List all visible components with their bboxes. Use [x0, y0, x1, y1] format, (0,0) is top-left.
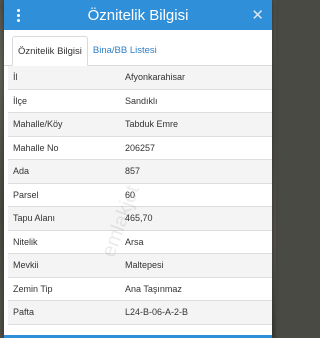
row-value: Maltepesi — [125, 260, 164, 271]
row-value: L24-B-06-A-2-B — [125, 307, 189, 318]
attribute-table: İl Afyonkarahisar İlçe Sandıklı Mahalle/Kö… — [8, 66, 272, 325]
row-key: Zemin Tip — [13, 283, 53, 294]
row-value: Tabduk Emre — [125, 119, 179, 130]
dialog-header: Öznitelik Bilgisi ✕ — [4, 0, 272, 30]
row-value: 60 — [125, 189, 136, 200]
row-key: İl — [13, 72, 18, 83]
table-row: Nitelik Arsa — [8, 230, 272, 254]
row-value: Sandıklı — [125, 95, 158, 106]
table-row: Tapu Alanı 465,70 — [8, 207, 272, 231]
row-key: Pafta — [13, 307, 35, 318]
row-value: Arsa — [125, 236, 144, 247]
tab-building-list[interactable]: Bina/BB Listesi — [88, 36, 162, 65]
table-row: Ada 857 — [8, 160, 272, 184]
row-key: Mahalle/Köy — [13, 119, 63, 130]
row-key: Ada — [13, 166, 30, 177]
table-row: Zemin Tip Ana Taşınmaz — [8, 277, 272, 301]
row-key: Mahalle No — [13, 142, 59, 153]
table-row: Mahalle No 206257 — [8, 136, 272, 160]
row-key: Nitelik — [13, 236, 38, 247]
tab-bar: Öznitelik Bilgisi Bina/BB Listesi — [4, 36, 272, 66]
row-value: 206257 — [125, 142, 156, 153]
attribute-info-dialog: Öznitelik Bilgisi ✕ Öznitelik Bilgisi Bi… — [4, 0, 272, 338]
tab-attribute-info[interactable]: Öznitelik Bilgisi — [12, 36, 88, 66]
table-row: Mahalle/Köy Tabduk Emre — [8, 113, 272, 137]
row-value: 857 — [125, 166, 141, 177]
row-value: Ana Taşınmaz — [125, 283, 182, 294]
table-row: Pafta L24-B-06-A-2-B — [8, 301, 272, 325]
row-key: Mevkii — [13, 260, 39, 271]
dialog-title: Öznitelik Bilgisi — [87, 6, 189, 24]
row-key: Tapu Alanı — [13, 213, 56, 224]
close-icon[interactable]: ✕ — [251, 6, 264, 24]
table-row: Parsel 60 — [8, 183, 272, 207]
table-row: Mevkii Maltepesi — [8, 254, 272, 278]
row-value: Afyonkarahisar — [125, 72, 186, 83]
row-key: İlçe — [13, 95, 28, 106]
table-row: İlçe Sandıklı — [8, 89, 272, 113]
row-key: Parsel — [13, 189, 39, 200]
row-value: 465,70 — [125, 213, 153, 224]
table-row: İl Afyonkarahisar — [8, 66, 272, 90]
